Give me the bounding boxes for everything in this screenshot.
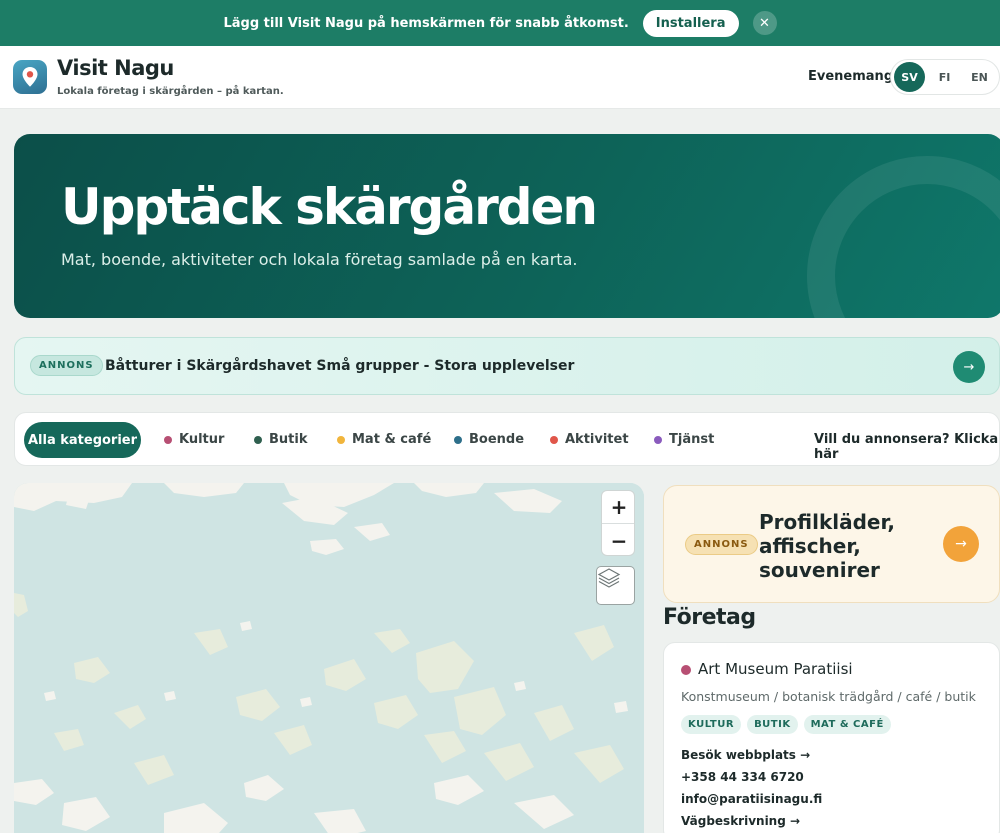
language-switcher: SV FI EN [890,59,1000,95]
business-email-link[interactable]: info@paratiisinagu.fi [681,792,822,806]
category-dot-icon [254,435,262,444]
lang-sv-button[interactable]: SV [894,62,925,92]
business-description: Konstmuseum / botanisk trädgård / café /… [681,689,976,704]
business-directions-link[interactable]: Vägbeskrivning → [681,814,800,828]
hero-decoration [807,156,1000,318]
lang-fi-button[interactable]: FI [929,62,960,92]
hero-subtitle: Mat, boende, aktiviteter och lokala före… [61,250,578,269]
business-name[interactable]: Art Museum Paratiisi [698,660,853,678]
arrow-right-icon[interactable]: → [953,351,985,383]
business-tag: KULTUR [681,715,742,734]
business-phone-link[interactable]: +358 44 334 6720 [681,770,804,784]
zoom-in-button[interactable]: + [602,491,634,524]
business-tag: BUTIK [747,715,798,734]
zoom-out-button[interactable]: − [602,524,634,555]
map-zoom-control: + − [601,490,635,556]
category-boende[interactable]: Boende [454,432,524,447]
hero-banner: Upptäck skärgården Mat, boende, aktivite… [14,134,1000,318]
ad-text: Båtturer i Skärgårdshavet Små grupper - … [105,358,575,374]
category-tjanst[interactable]: Tjänst [654,432,714,447]
category-dot-icon [654,435,662,444]
category-aktivitet[interactable]: Aktivitet [550,432,629,447]
business-list-title: Företag [663,605,756,630]
category-kultur[interactable]: Kultur [164,432,224,447]
ad-banner-merch[interactable]: ANNONS Profilkläder, affischer, souvenir… [663,485,1000,603]
site-header: Visit Nagu Lokala företag i skärgården –… [0,46,1000,109]
category-dot-icon [164,435,172,444]
hero-title: Upptäck skärgården [61,178,598,236]
category-label: Kultur [179,432,225,447]
layers-icon[interactable] [596,566,635,605]
map-view[interactable]: + − [14,483,644,833]
site-title[interactable]: Visit Nagu [57,56,174,80]
category-dot-icon [454,435,462,444]
ad-text: Profilkläder, affischer, souvenirer [759,510,895,582]
ad-badge: ANNONS [30,355,103,376]
lang-en-button[interactable]: EN [964,62,995,92]
category-butik[interactable]: Butik [254,432,307,447]
category-label: Boende [469,432,525,447]
business-card[interactable]: Art Museum Paratiisi Konstmuseum / botan… [663,642,1000,833]
category-label: Butik [269,432,308,447]
business-tag: MAT & CAFÉ [803,715,891,734]
category-filter-bar: Alla kategorier Kultur Butik Mat & café … [14,412,1000,466]
arrow-right-icon[interactable]: → [943,526,979,562]
advertise-link[interactable]: Vill du annonsera? Klicka här [814,432,999,462]
business-tags: KULTUR BUTIK MAT & CAFÉ [681,715,891,734]
site-subtitle: Lokala företag i skärgården – på kartan. [57,86,284,97]
ad-banner-boat-tours[interactable]: ANNONS Båtturer i Skärgårdshavet Små gru… [14,337,1000,395]
category-label: Mat & café [352,432,432,447]
category-label: Tjänst [669,432,715,447]
map-pin-logo-icon[interactable] [13,60,47,94]
category-dot-icon [550,435,558,444]
category-dot-icon [681,665,691,675]
install-banner-text: Lägg till Visit Nagu på hemskärmen för s… [223,15,629,31]
category-mat-cafe[interactable]: Mat & café [337,432,431,447]
category-dot-icon [337,435,345,444]
category-label: Aktivitet [565,432,629,447]
category-all-button[interactable]: Alla kategorier [24,422,141,458]
nav-events-link[interactable]: Evenemang [808,69,893,84]
ad-badge: ANNONS [685,534,758,555]
install-button[interactable]: Installera [642,9,739,37]
install-banner: Lägg till Visit Nagu på hemskärmen för s… [0,0,1000,46]
map-tiles [14,483,644,833]
close-icon[interactable]: ✕ [752,11,777,35]
business-website-link[interactable]: Besök webbplats → [681,748,810,762]
